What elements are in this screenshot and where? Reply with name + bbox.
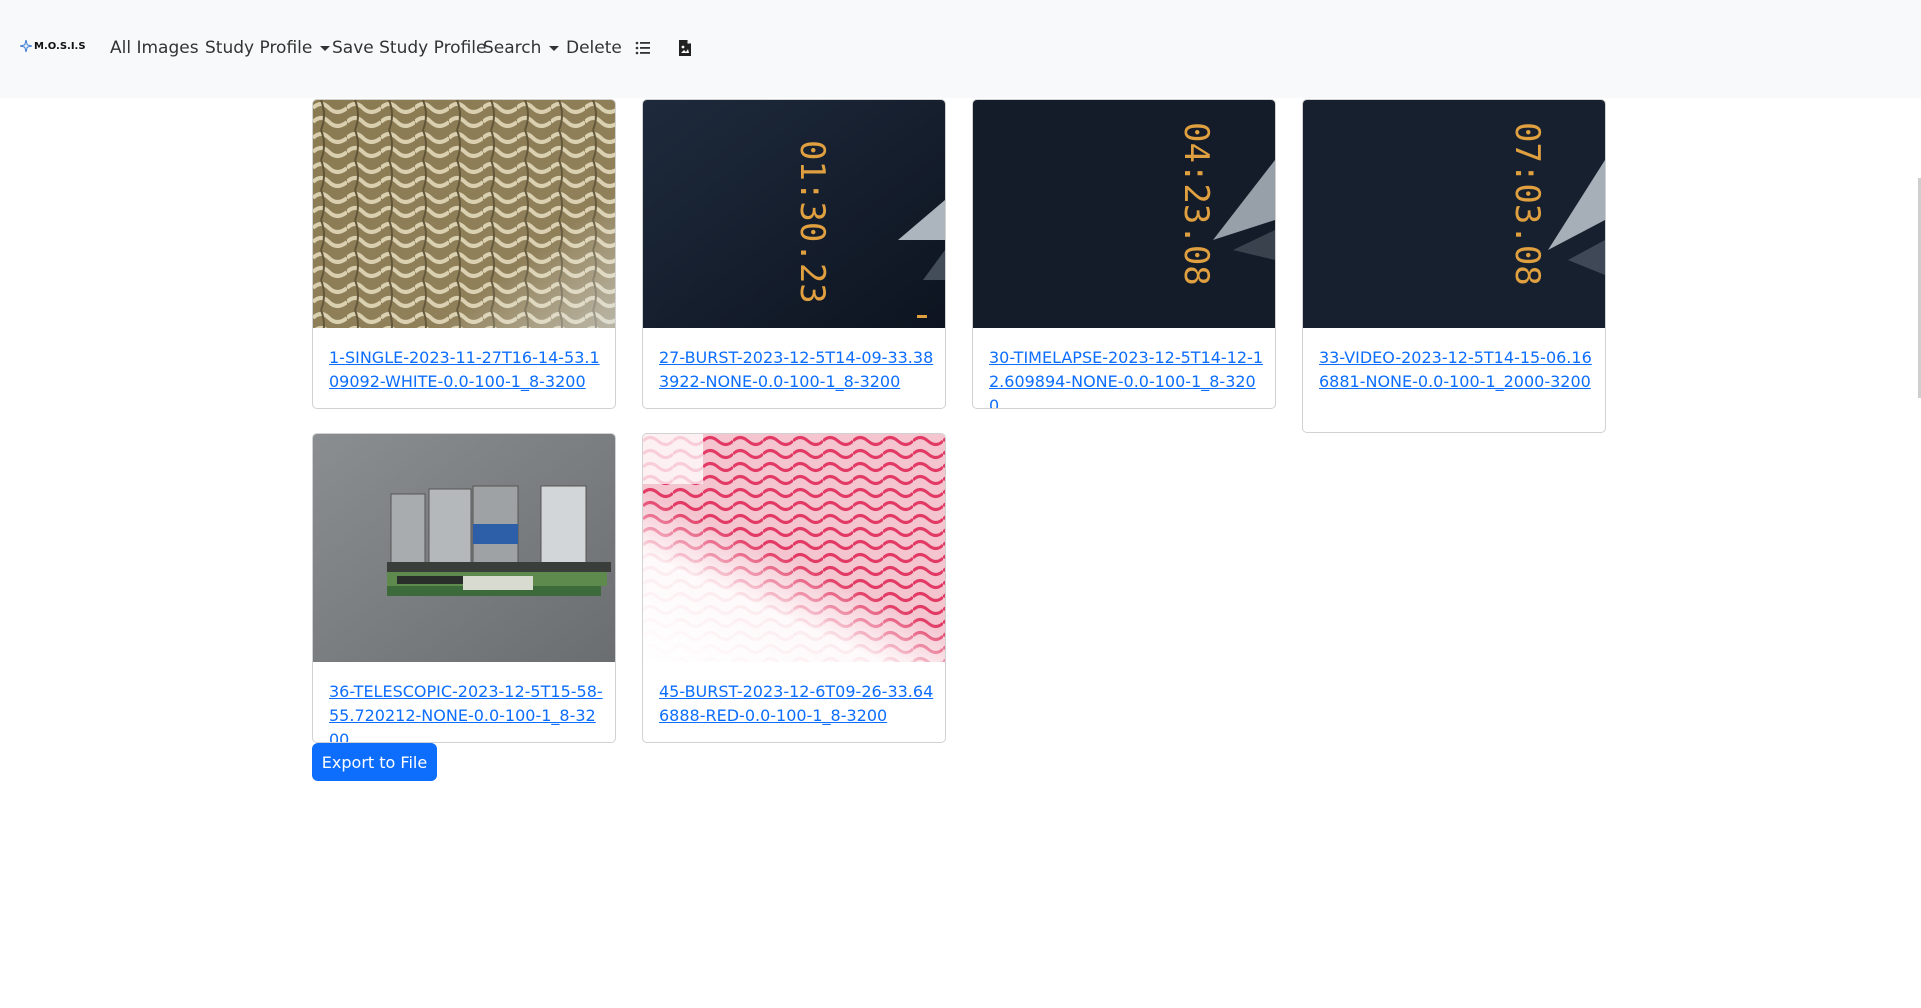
caret-down-icon <box>320 45 331 51</box>
nav-search-dropdown[interactable]: Search <box>483 37 560 59</box>
timer-readout: 07:03.08 <box>1507 122 1547 286</box>
file-image-icon[interactable] <box>676 39 694 57</box>
image-card: 07:03.08 33-VIDEO-2023-12-5T14-15-06.166… <box>1302 99 1606 433</box>
nav-all-images[interactable]: All Images <box>110 37 199 59</box>
image-thumbnail-timer[interactable]: 07:03.08 <box>1303 100 1605 328</box>
image-card: 04:23.08 30-TIMELAPSE-2023-12-5T14-12-12… <box>972 99 1276 409</box>
image-card: 36-TELESCOPIC-2023-12-5T15-58-55.720212-… <box>312 433 616 743</box>
image-card: 45-BURST-2023-12-6T09-26-33.646888-RED-0… <box>642 433 946 743</box>
image-link[interactable]: 27-BURST-2023-12-5T14-09-33.383922-NONE-… <box>659 346 934 394</box>
navbar: M.O.S.I.S All Images Study Profile Save … <box>0 0 1921 98</box>
image-link[interactable]: 33-VIDEO-2023-12-5T14-15-06.166881-NONE-… <box>1319 346 1594 394</box>
nav-search-label: Search <box>483 38 542 58</box>
sparkle-icon <box>20 40 32 52</box>
timer-readout: 01:30.23 <box>792 140 832 304</box>
nav-study-profile-label: Study Profile <box>205 38 313 58</box>
image-thumbnail-coral-red[interactable] <box>643 434 945 662</box>
nav-study-profile-dropdown[interactable]: Study Profile <box>205 37 331 59</box>
brand-logo[interactable]: M.O.S.I.S <box>20 40 86 52</box>
nav-save-study-profile[interactable]: Save Study Profile <box>332 37 486 59</box>
image-thumbnail-circuit-board[interactable] <box>313 434 615 662</box>
image-card: 1-SINGLE-2023-11-27T16-14-53.109092-WHIT… <box>312 99 616 409</box>
image-link[interactable]: 1-SINGLE-2023-11-27T16-14-53.109092-WHIT… <box>329 346 604 394</box>
image-card: 01:30.23 27-BURST-2023-12-5T14-09-33.383… <box>642 99 946 409</box>
image-thumbnail-timer[interactable]: 01:30.23 <box>643 100 945 328</box>
image-thumbnail-coral[interactable] <box>313 100 615 328</box>
timer-readout: 04:23.08 <box>1176 122 1216 286</box>
image-link[interactable]: 36-TELESCOPIC-2023-12-5T15-58-55.720212-… <box>329 680 604 742</box>
caret-down-icon <box>549 45 560 51</box>
image-thumbnail-timer[interactable]: 04:23.08 <box>973 100 1275 328</box>
list-icon[interactable] <box>634 39 652 57</box>
export-to-file-button[interactable]: Export to File <box>312 743 437 781</box>
nav-delete[interactable]: Delete <box>566 37 622 59</box>
image-link[interactable]: 45-BURST-2023-12-6T09-26-33.646888-RED-0… <box>659 680 934 728</box>
image-link[interactable]: 30-TIMELAPSE-2023-12-5T14-12-12.609894-N… <box>989 346 1264 408</box>
brand-text: M.O.S.I.S <box>34 40 86 52</box>
